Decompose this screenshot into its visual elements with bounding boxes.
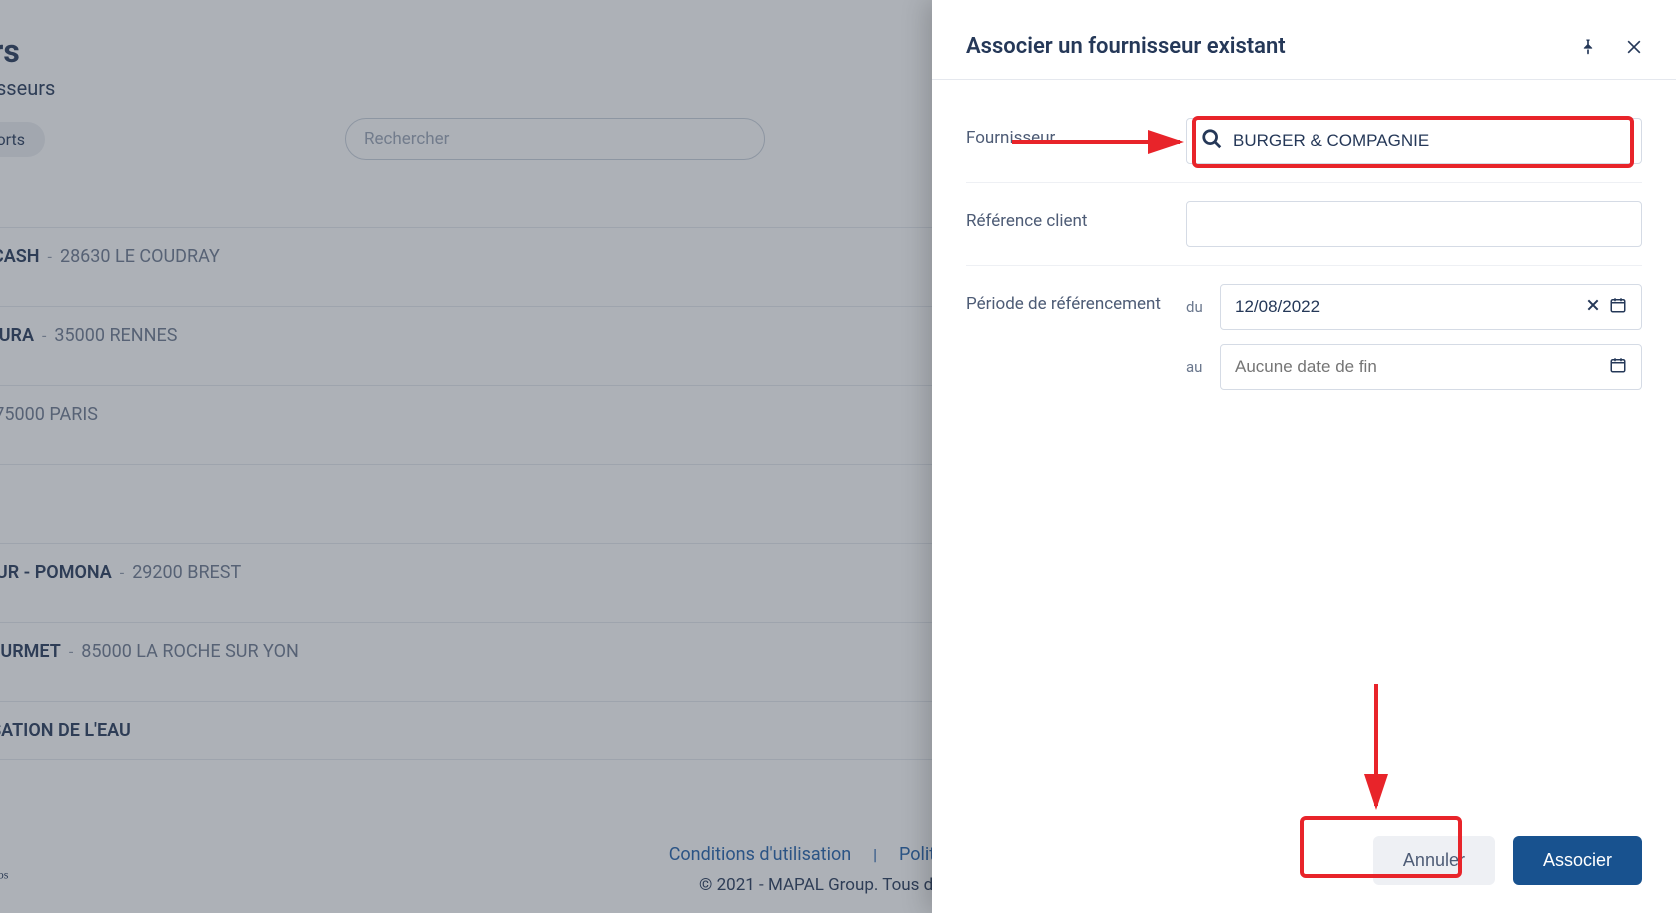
clear-icon[interactable] (1585, 297, 1601, 317)
fournisseur-input[interactable] (1233, 131, 1627, 151)
reference-input-wrapper[interactable] (1186, 201, 1642, 247)
du-label: du (1186, 298, 1220, 316)
start-date-input[interactable] (1220, 284, 1642, 330)
end-date-input[interactable] (1220, 344, 1642, 390)
calendar-icon[interactable] (1609, 296, 1627, 318)
cancel-button[interactable]: Annuler (1373, 836, 1495, 885)
calendar-icon[interactable] (1609, 356, 1627, 378)
fournisseur-label: Fournisseur (966, 118, 1186, 148)
panel-title: Associer un fournisseur existant (966, 34, 1286, 59)
au-label: au (1186, 358, 1220, 376)
submit-button[interactable]: Associer (1513, 836, 1642, 885)
fournisseur-search-input[interactable] (1186, 118, 1642, 164)
periode-label: Période de référencement (966, 284, 1186, 314)
search-icon (1201, 128, 1223, 154)
pin-icon[interactable] (1578, 37, 1598, 57)
reference-label: Référence client (966, 201, 1186, 231)
reference-input[interactable] (1201, 214, 1627, 234)
associate-supplier-panel: Associer un fournisseur existant Fournis… (932, 0, 1676, 913)
close-icon[interactable] (1624, 37, 1644, 57)
